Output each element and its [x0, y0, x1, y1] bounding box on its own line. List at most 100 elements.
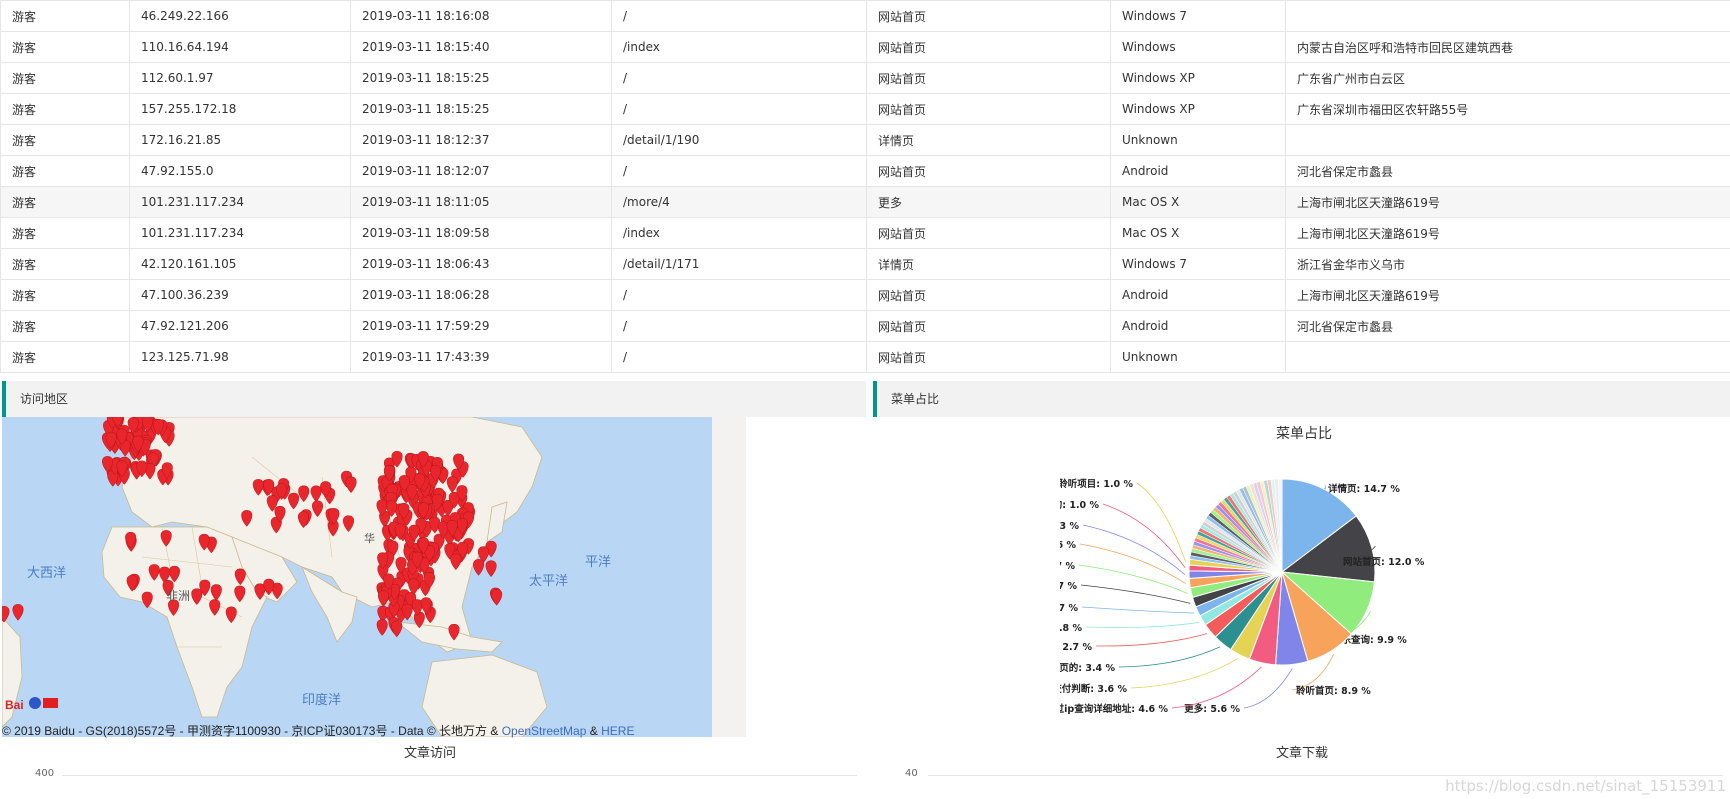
- cell-url: /: [611, 279, 867, 311]
- article-visits-title: 文章访问: [404, 746, 457, 761]
- cell-user: 游客: [0, 341, 130, 373]
- cell-user: 游客: [0, 31, 130, 63]
- pie-label: 聆听项目: 1.0 %: [1060, 478, 1133, 490]
- cell-user: 游客: [0, 217, 130, 249]
- table-row: 游客 47.100.36.239 2019-03-11 18:06:28/网站首页 A…: [0, 279, 1730, 311]
- pie-connector: [1085, 622, 1200, 628]
- visits-axis-tick: 400: [35, 768, 55, 779]
- pie-label: 微信关注: 2.7 %: [1060, 641, 1092, 653]
- cell-os: Unknown: [1110, 124, 1286, 156]
- cell-loc: 浙江省金华市义乌市: [1285, 248, 1730, 280]
- cell-time: 2019-03-11 18:15:25: [350, 62, 612, 94]
- downloads-gridline: [928, 775, 1723, 776]
- cell-page: 网站首页: [866, 93, 1111, 125]
- svg-text:Bai: Bai: [5, 698, 24, 712]
- watermark: https://blog.csdn.net/sinat_15153911: [1445, 777, 1726, 795]
- cell-loc: [1285, 124, 1730, 156]
- cell-page: 详情页: [866, 248, 1111, 280]
- cell-url: /index: [611, 217, 867, 249]
- table-row: 游客 112.60.1.97 2019-03-11 18:15:25/网站首页 Win…: [0, 62, 1730, 94]
- cell-page: 网站首页: [866, 62, 1111, 94]
- cell-page: 网站首页: [866, 310, 1111, 342]
- cell-page: 网站首页: [866, 155, 1111, 187]
- pie-connector: [1079, 543, 1186, 584]
- pie-connector: [1243, 668, 1293, 709]
- pie-connector: [1078, 564, 1188, 594]
- pie-label: 通过ip查询详细地址: 4.6 %: [1060, 703, 1168, 715]
- cell-os: Windows XP: [1110, 93, 1286, 125]
- cell-time: 2019-03-11 18:16:08: [350, 0, 612, 32]
- cell-page: 网站首页: [866, 217, 1111, 249]
- map-label-indian: 印度洋: [302, 692, 341, 708]
- cell-time: 2019-03-11 18:15:40: [350, 31, 612, 63]
- cell-loc: [1285, 0, 1730, 32]
- cell-user: 游客: [0, 0, 130, 32]
- article-downloads-title: 文章下载: [1276, 746, 1329, 761]
- cell-loc: 河北省保定市蠡县: [1285, 310, 1730, 342]
- pie-connector: [1136, 482, 1186, 562]
- cell-ip: 172.16.21.85: [129, 124, 351, 156]
- cell-ip: 47.92.155.0: [129, 155, 351, 187]
- table-row: 游客 101.231.117.234 2019-03-11 18:09:58/ind…: [0, 217, 1730, 249]
- pie-label: 生成二维码: 1.7 %: [1060, 560, 1075, 572]
- cell-ip: 112.60.1.97: [129, 62, 351, 94]
- cell-url: /: [611, 93, 867, 125]
- downloads-axis-tick: 40: [905, 768, 918, 779]
- cell-os: Windows 7: [1110, 248, 1286, 280]
- pie-label: 聆听首页: 8.9 %: [1296, 685, 1371, 697]
- cell-url: /: [611, 62, 867, 94]
- pie-connector: [1118, 646, 1221, 668]
- cell-loc: 广东省深圳市福田区农轩路55号: [1285, 93, 1730, 125]
- cell-ip: 46.249.22.166: [129, 0, 351, 32]
- cell-ip: 42.120.161.105: [129, 248, 351, 280]
- cell-page: 网站首页: [866, 31, 1111, 63]
- pie-connector: [1323, 485, 1326, 490]
- cell-os: Android: [1110, 279, 1286, 311]
- pie-label: 聆听项目交付判断: 3.6 %: [1060, 683, 1127, 695]
- cell-time: 2019-03-11 18:12:37: [350, 124, 612, 156]
- visit-log-table: 游客 46.249.22.166 2019-03-11 18:16:08/网站首页 W…: [0, 0, 1730, 373]
- cell-url: /: [611, 0, 867, 32]
- cell-time: 2019-03-11 18:15:25: [350, 93, 612, 125]
- cell-loc: 上海市闸北区天潼路619号: [1285, 186, 1730, 218]
- cell-user: 游客: [0, 310, 130, 342]
- cell-user: 游客: [0, 186, 130, 218]
- pie-label: m-详情页: 1.7 %: [1060, 602, 1078, 614]
- here-link[interactable]: HERE: [601, 724, 634, 738]
- pie-connector: [1130, 658, 1239, 689]
- cell-os: Mac OS X: [1110, 186, 1286, 218]
- cell-url: /detail/1/190: [611, 124, 867, 156]
- table-row: 游客 123.125.71.98 2019-03-11 17:43:39/网站首页 U…: [0, 341, 1730, 373]
- cell-url: /more/4: [611, 186, 867, 218]
- pie-label: w-新闻页: 1.7 %: [1060, 580, 1077, 592]
- visits-gridline: [62, 775, 857, 776]
- cell-page: 网站首页: [866, 0, 1111, 32]
- cell-time: 2019-03-11 18:06:43: [350, 248, 612, 280]
- map-side-strip: [712, 417, 746, 737]
- cell-user: 游客: [0, 248, 130, 280]
- map-copyright: © 2019 Baidu - GS(2018)5572号 - 甲测资字11009…: [2, 724, 635, 738]
- map-label-africa: 非洲: [166, 589, 190, 603]
- pie-connector: [1081, 606, 1195, 614]
- cell-url: /: [611, 341, 867, 373]
- cell-ip: 101.231.117.234: [129, 186, 351, 218]
- pie-connector: [1171, 666, 1262, 709]
- map-label-china: 华: [364, 531, 375, 545]
- table-row: 游客 42.120.161.105 2019-03-11 18:06:43/deta…: [0, 248, 1730, 280]
- cell-page: 详情页: [866, 124, 1111, 156]
- map-svg: 大西洋 非洲 平洋 太平洋 印度洋 华 Bai: [2, 417, 714, 737]
- cell-ip: 110.16.64.194: [129, 31, 351, 63]
- cell-loc: 河北省保定市蠡县: [1285, 155, 1730, 187]
- cell-ip: 101.231.117.234: [129, 217, 351, 249]
- pie-label: m-首页的: 1.0 %: [1060, 499, 1099, 511]
- cell-time: 2019-03-11 17:59:29: [350, 310, 612, 342]
- cell-user: 游客: [0, 62, 130, 94]
- pie-label: 网站首页: 12.0 %: [1343, 556, 1425, 568]
- table-row: 游客 172.16.21.85 2019-03-11 18:12:37/detail…: [0, 124, 1730, 156]
- cell-time: 2019-03-11 18:11:05: [350, 186, 612, 218]
- pie-connector: [1102, 503, 1186, 568]
- osm-link[interactable]: OpenStreetMap: [502, 724, 587, 738]
- visit-map[interactable]: 大西洋 非洲 平洋 太平洋 印度洋 华 Bai: [2, 417, 746, 737]
- cell-page: 更多: [866, 186, 1111, 218]
- cell-time: 2019-03-11 18:06:28: [350, 279, 612, 311]
